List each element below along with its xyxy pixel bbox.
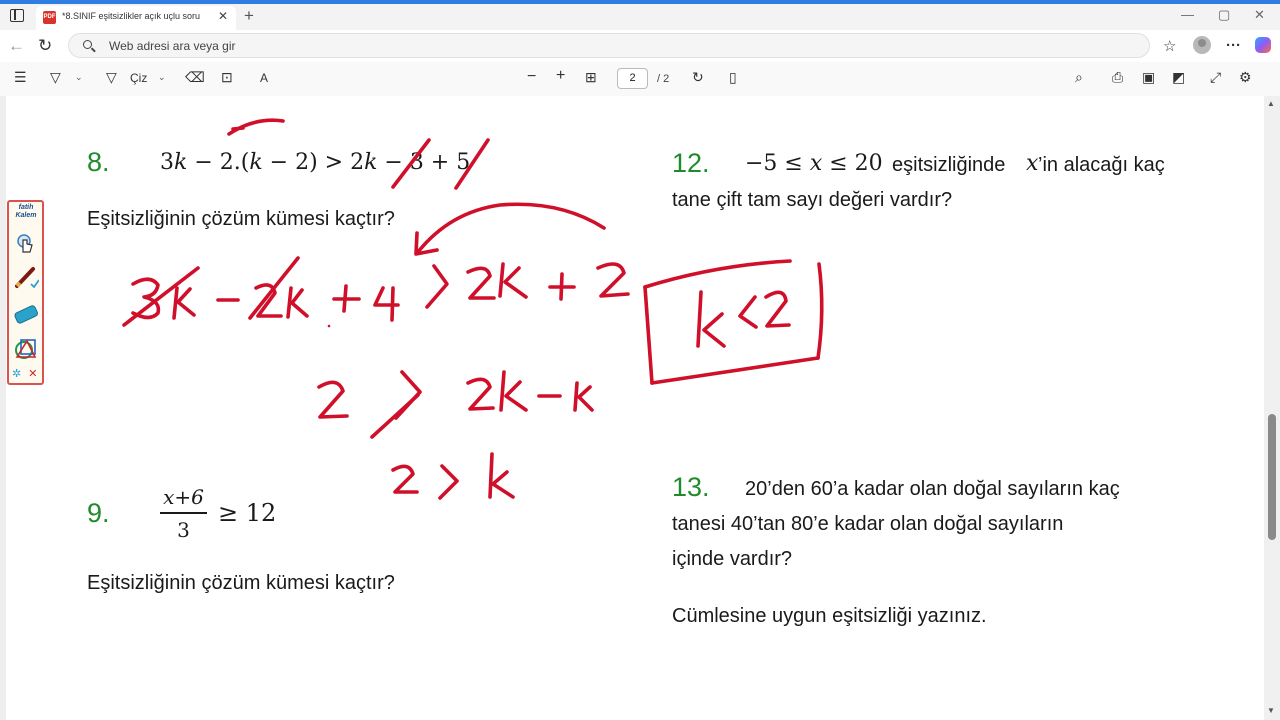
page-total: / 2: [657, 73, 670, 85]
scroll-down-icon[interactable]: ▼: [1267, 706, 1275, 715]
favorites-star-icon[interactable]: ☆: [1163, 37, 1176, 55]
restore-button[interactable]: ▢: [1218, 7, 1230, 23]
fraction-denominator: 3: [177, 517, 190, 542]
logo-text-bottom: Kalem: [15, 212, 37, 219]
search-icon: [83, 40, 92, 49]
address-input[interactable]: Web adresi ara veya gir: [68, 33, 1150, 58]
find-icon[interactable]: ⌕: [1075, 69, 1083, 86]
text-icon[interactable]: ⊡: [221, 69, 233, 86]
highlight-dropdown-chevron-down-icon[interactable]: ⌄: [75, 72, 83, 83]
pdf-page: [6, 96, 1264, 720]
pen-icon[interactable]: [13, 265, 39, 289]
save-as-icon[interactable]: ◩: [1172, 69, 1185, 86]
fatih-kalem-logo: fatih Kalem: [10, 204, 42, 220]
highlight-icon[interactable]: ▽: [50, 69, 61, 86]
sidebar-toggle-icon[interactable]: [10, 9, 24, 22]
page-number-input[interactable]: 2: [617, 68, 648, 89]
question-8-number: 8.: [87, 147, 110, 177]
question-13-line-2: tanesi 40’tan 80’e kadar olan doğal sayı…: [672, 513, 1064, 535]
question-13-line-4: Cümlesine uygun eşitsizliği yazınız.: [672, 605, 987, 627]
question-13-line-3: içinde vardır?: [672, 548, 793, 570]
question-8-prompt: Eşitsizliğinin çözüm kümesi kaçtır?: [87, 208, 395, 230]
pdf-file-icon: PDF: [43, 11, 56, 24]
more-menu-icon[interactable]: ···: [1226, 37, 1241, 54]
shapes-icon[interactable]: [13, 337, 39, 361]
question-12-text-a: eşitsizliğinde: [892, 154, 1006, 176]
settings-gear-icon[interactable]: ✲: [12, 368, 21, 380]
refresh-button[interactable]: ↻: [38, 36, 52, 56]
contents-icon[interactable]: ☰: [14, 69, 27, 86]
question-9-rhs: ≥ 12: [218, 499, 277, 527]
pointer-hand-icon[interactable]: [13, 232, 39, 256]
draw-dropdown-chevron-down-icon[interactable]: ⌄: [158, 72, 166, 83]
copilot-icon[interactable]: [1255, 37, 1271, 53]
question-8-expression: 3𝑘 − 2.(𝑘 − 2) > 2𝑘 − 3 + 5: [160, 150, 471, 175]
question-13-number: 13.: [672, 472, 710, 502]
question-12-text-b: ’in alacağı kaç: [1038, 154, 1165, 176]
zoom-out-button[interactable]: −: [527, 68, 536, 86]
tab-bar: PDF *8.SINIF eşitsizlikler açık uçlu sor…: [0, 4, 1280, 30]
eraser-icon[interactable]: ⌫: [185, 69, 205, 86]
back-button[interactable]: ←: [8, 36, 25, 56]
save-icon[interactable]: ▣: [1142, 69, 1155, 86]
vertical-scrollbar[interactable]: ▲ ▼: [1264, 96, 1280, 720]
two-page-icon[interactable]: ▯: [729, 69, 737, 86]
fatih-kalem-toolbar: fatih Kalem ✲ ✕: [7, 200, 44, 385]
kalem-close-button[interactable]: ✕: [28, 368, 37, 380]
draw-icon[interactable]: ▽: [106, 69, 117, 86]
zoom-in-button[interactable]: +: [556, 67, 565, 85]
new-tab-button[interactable]: +: [244, 6, 254, 26]
kalem-bottom-row: ✲ ✕: [12, 369, 38, 380]
fullscreen-icon[interactable]: ⤢: [1210, 69, 1221, 86]
question-9-prompt: Eşitsizliğinin çözüm kümesi kaçtır?: [87, 572, 395, 594]
tab-close-button[interactable]: ✕: [218, 9, 228, 23]
question-12-number: 12.: [672, 148, 710, 178]
tab-title: *8.SINIF eşitsizlikler açık uçlu soru: [62, 11, 201, 21]
logo-text-top: fatih: [18, 204, 34, 211]
question-12-line-2: tane çift tam sayı değeri vardır?: [672, 189, 953, 211]
question-12-variable: 𝑥: [1026, 151, 1039, 176]
pdf-toolbar: ☰ ▽ ⌄ ▽ Çiz ⌄ ⌫ ⊡ A − + ⊞ 2 / 2 ↻ ▯ ⌕ ⎙ …: [0, 62, 1280, 97]
address-placeholder: Web adresi ara veya gir: [109, 39, 236, 53]
question-9-fraction: x+6 3: [160, 485, 207, 542]
question-13-line-1: 20’den 60’a kadar olan doğal sayıların k…: [745, 478, 1120, 500]
eraser-icon[interactable]: [13, 302, 39, 326]
minimize-button[interactable]: —: [1181, 7, 1194, 22]
question-9-number: 9.: [87, 498, 110, 528]
browser-tab[interactable]: PDF *8.SINIF eşitsizlikler açık uçlu sor…: [36, 6, 236, 30]
draw-button-label[interactable]: Çiz: [130, 71, 147, 85]
print-icon[interactable]: ⎙: [1112, 69, 1123, 86]
fraction-numerator: x+6: [163, 485, 204, 509]
profile-avatar-icon[interactable]: [1193, 36, 1211, 54]
address-bar-row: ← ↻ Web adresi ara veya gir ☆ ···: [0, 30, 1280, 62]
close-window-button[interactable]: ✕: [1254, 7, 1265, 23]
fit-page-icon[interactable]: ⊞: [585, 69, 597, 86]
read-aloud-icon[interactable]: A: [260, 71, 268, 85]
question-12-inequality: −5 ≤ 𝑥 ≤ 20: [745, 151, 883, 176]
scroll-up-icon[interactable]: ▲: [1267, 99, 1275, 108]
scrollbar-thumb[interactable]: [1268, 414, 1276, 540]
settings-icon[interactable]: ⚙: [1239, 69, 1252, 86]
fraction-bar: [160, 512, 207, 514]
rotate-icon[interactable]: ↻: [692, 69, 704, 86]
